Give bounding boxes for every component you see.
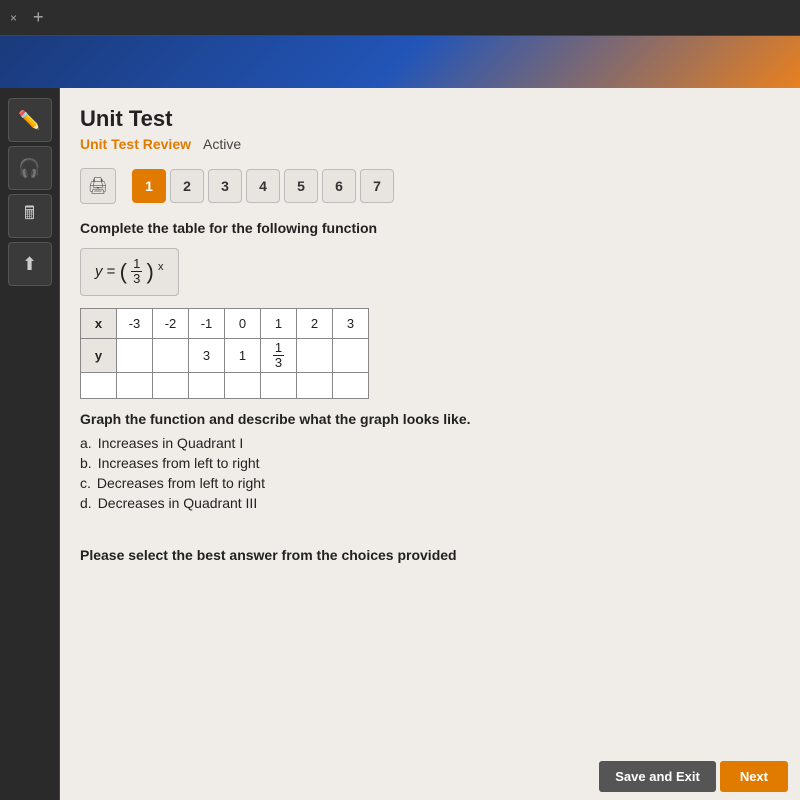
x-val-3: 3: [333, 308, 369, 338]
y-val-1: 1 3: [261, 338, 297, 373]
question-area: Complete the table for the following fun…: [60, 212, 800, 531]
graph-description: Graph the function and describe what the…: [80, 411, 780, 427]
x-val-2: 2: [297, 308, 333, 338]
choice-d-letter: d.: [80, 495, 92, 511]
next-button[interactable]: Next: [720, 761, 788, 792]
choice-a[interactable]: a. Increases in Quadrant I: [80, 435, 780, 451]
empty-3: [189, 373, 225, 399]
print-icon: 🖨: [88, 176, 108, 196]
choice-c[interactable]: c. Decreases from left to right: [80, 475, 780, 491]
choice-c-text: Decreases from left to right: [97, 475, 265, 491]
breadcrumb: Unit Test Review Active: [80, 136, 780, 152]
breadcrumb-link[interactable]: Unit Test Review: [80, 136, 191, 152]
choice-d-text: Decreases in Quadrant III: [98, 495, 258, 511]
x-val-1: 1: [261, 308, 297, 338]
y-val-neg3: [117, 338, 153, 373]
sidebar: ✏️ 🎧 🖩 ⬆: [0, 88, 60, 800]
question-2-button[interactable]: 2: [170, 169, 204, 203]
browser-chrome: × +: [0, 0, 800, 36]
formula-box: y = ( 1 3 ) x: [80, 248, 179, 296]
pencil-tool-button[interactable]: ✏️: [8, 98, 52, 142]
y-val-neg2: [153, 338, 189, 373]
function-table: x -3 -2 -1 0 1 2 3 y 3 1: [80, 308, 369, 400]
app-header: [0, 36, 800, 88]
pencil-icon: ✏️: [18, 110, 40, 131]
x-val-neg2: -2: [153, 308, 189, 338]
formula-open-paren: (: [120, 259, 127, 284]
arrow-up-button[interactable]: ⬆: [8, 242, 52, 286]
y-label: y: [81, 338, 117, 373]
tab-add-button[interactable]: +: [33, 7, 44, 28]
y-val-2: [297, 338, 333, 373]
choice-a-letter: a.: [80, 435, 92, 451]
x-val-neg3: -3: [117, 308, 153, 338]
empty-4: [225, 373, 261, 399]
empty-5: [261, 373, 297, 399]
table-row-x: x -3 -2 -1 0 1 2 3: [81, 308, 369, 338]
formula-fraction: 1 3: [131, 257, 142, 287]
title-area: Unit Test Unit Test Review Active: [60, 88, 800, 160]
empty-6: [297, 373, 333, 399]
headset-icon: 🎧: [18, 158, 40, 179]
choice-a-text: Increases in Quadrant I: [98, 435, 244, 451]
fraction-numerator: 1: [131, 257, 142, 272]
formula-equals: =: [107, 263, 120, 280]
question-1-button[interactable]: 1: [132, 169, 166, 203]
empty-2: [153, 373, 189, 399]
main-area: ✏️ 🎧 🖩 ⬆ Unit Test Unit Test Review Acti…: [0, 88, 800, 800]
x-val-neg1: -1: [189, 308, 225, 338]
content-panel: Unit Test Unit Test Review Active 🖨 1 2 …: [60, 88, 800, 800]
question-5-button[interactable]: 5: [284, 169, 318, 203]
question-3-button[interactable]: 3: [208, 169, 242, 203]
choice-d[interactable]: d. Decreases in Quadrant III: [80, 495, 780, 511]
y-val-neg1: 3: [189, 338, 225, 373]
y-val-3: [333, 338, 369, 373]
fraction-denominator: 3: [131, 272, 142, 286]
calculator-icon: 🖩: [24, 201, 35, 231]
x-label: x: [81, 308, 117, 338]
choice-b[interactable]: b. Increases from left to right: [80, 455, 780, 471]
formula-exponent: x: [158, 261, 164, 273]
table-row-y: y 3 1 1 3: [81, 338, 369, 373]
status-badge: Active: [203, 136, 241, 152]
headset-button[interactable]: 🎧: [8, 146, 52, 190]
table-row-empty: [81, 373, 369, 399]
empty-7: [333, 373, 369, 399]
calculator-button[interactable]: 🖩: [8, 194, 52, 238]
print-button[interactable]: 🖨: [80, 168, 116, 204]
save-exit-button[interactable]: Save and Exit: [599, 761, 716, 792]
x-val-0: 0: [225, 308, 261, 338]
question-6-button[interactable]: 6: [322, 169, 356, 203]
question-7-button[interactable]: 7: [360, 169, 394, 203]
tab-close-button[interactable]: ×: [10, 11, 17, 25]
choice-b-text: Increases from left to right: [98, 455, 260, 471]
empty-1: [117, 373, 153, 399]
please-select-text: Please select the best answer from the c…: [60, 531, 800, 571]
question-nav: 🖨 1 2 3 4 5 6 7: [60, 160, 800, 212]
page-title: Unit Test: [80, 106, 780, 132]
browser-tab: × +: [10, 7, 44, 28]
empty-0: [81, 373, 117, 399]
question-instruction: Complete the table for the following fun…: [80, 220, 780, 236]
question-4-button[interactable]: 4: [246, 169, 280, 203]
y-val-0: 1: [225, 338, 261, 373]
bottom-bar: Save and Exit Next: [587, 753, 800, 800]
choice-c-letter: c.: [80, 475, 91, 491]
y1-fraction: 1 3: [273, 341, 284, 371]
arrow-up-icon: ⬆: [22, 254, 37, 275]
formula-y: y: [95, 263, 103, 280]
choice-b-letter: b.: [80, 455, 92, 471]
formula-close-paren: ): [147, 259, 154, 284]
